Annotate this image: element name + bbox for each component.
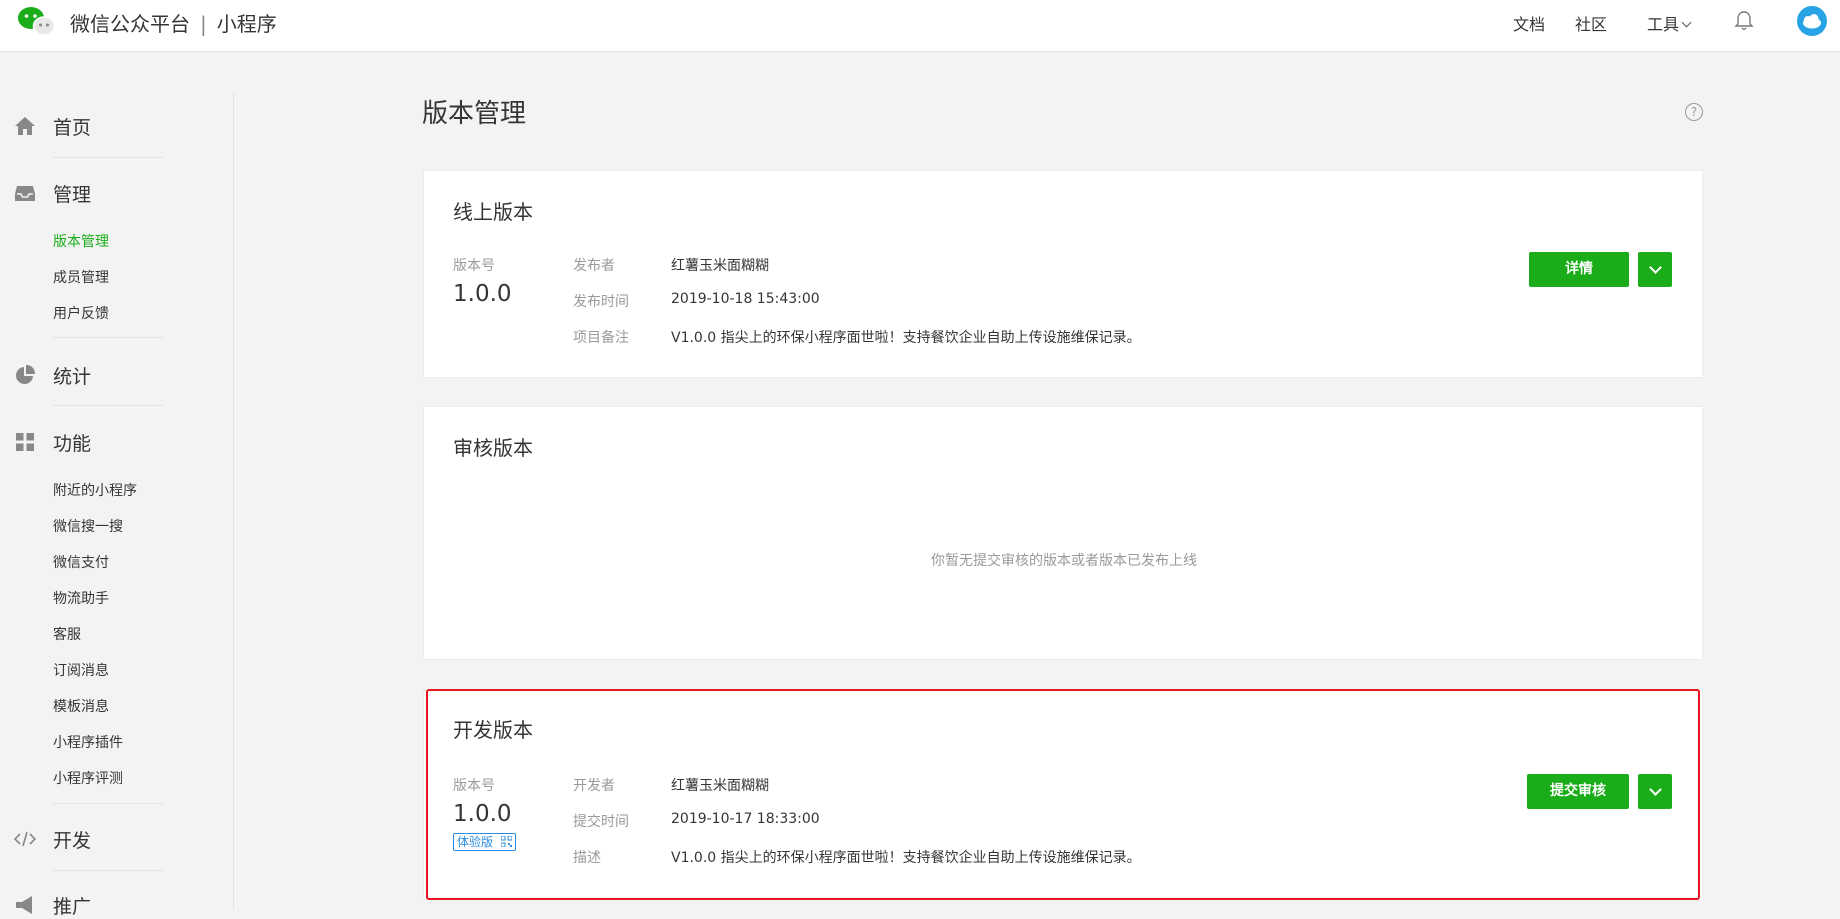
project-note-label: 项目备注: [573, 330, 629, 346]
inbox-icon: [15, 186, 35, 201]
publish-time-value: 2019-10-18 15:43:00: [671, 291, 820, 307]
home-icon: [15, 117, 35, 135]
megaphone-icon: [16, 896, 32, 914]
review-empty-message: 你暂无提交审核的版本或者版本已发布上线: [931, 553, 1197, 569]
nav-community-link[interactable]: 社区: [1575, 11, 1607, 35]
sidebar-item-customer-service[interactable]: 客服: [53, 624, 81, 644]
chevron-down-icon: [1681, 17, 1692, 28]
sidebar-divider: [233, 92, 234, 910]
review-version-card: 审核版本 你暂无提交审核的版本或者版本已发布上线: [423, 406, 1703, 660]
nav-docs-link[interactable]: 文档: [1513, 11, 1545, 35]
review-version-title: 审核版本: [453, 436, 533, 460]
sidebar-divider: [53, 870, 163, 871]
sidebar-item-label: 功能: [53, 433, 92, 455]
page-title: 版本管理: [422, 99, 527, 129]
wechat-logo-icon[interactable]: [16, 4, 56, 38]
help-icon[interactable]: ?: [1685, 103, 1703, 121]
nav-tools-label: 工具: [1647, 15, 1680, 34]
brand-name: 微信公众平台: [70, 12, 190, 36]
dev-version-highlight-box: [426, 689, 1700, 900]
sidebar-item-nearby-miniprogram[interactable]: 附近的小程序: [53, 480, 137, 500]
sidebar-divider: [53, 405, 163, 406]
sidebar-divider: [53, 337, 163, 338]
sidebar-item-plugins[interactable]: 小程序插件: [53, 732, 123, 752]
sidebar-divider: [53, 157, 163, 158]
online-more-dropdown-button[interactable]: [1638, 252, 1672, 287]
avatar-icon[interactable]: [1797, 6, 1827, 36]
code-icon: [14, 831, 36, 847]
nav-tools-menu[interactable]: 工具: [1647, 11, 1692, 35]
sidebar-item-subscribe-message[interactable]: 订阅消息: [53, 660, 109, 680]
brand-separator: |: [200, 12, 207, 36]
product-name: 小程序: [216, 12, 277, 36]
sidebar-item-version-management[interactable]: 版本管理: [53, 231, 109, 251]
details-button[interactable]: 详情: [1529, 252, 1629, 287]
sidebar-item-label: 推广: [53, 896, 92, 918]
sidebar-item-label: 开发: [53, 830, 92, 852]
publisher-value: 红薯玉米面糊糊: [671, 258, 769, 274]
sidebar-item-wechat-search[interactable]: 微信搜一搜: [53, 516, 123, 536]
online-version-card: 线上版本 版本号 1.0.0 发布者 红薯玉米面糊糊 发布时间 2019-10-…: [423, 170, 1703, 378]
sidebar-item-label: 管理: [53, 184, 92, 206]
version-label: 版本号: [453, 258, 495, 274]
sidebar-item-label: 首页: [53, 117, 92, 139]
sidebar-divider: [53, 803, 163, 804]
sidebar-item-wechat-pay[interactable]: 微信支付: [53, 552, 109, 572]
pie-chart-icon: [16, 364, 36, 384]
sidebar-item-logistics[interactable]: 物流助手: [53, 588, 109, 608]
online-version-title: 线上版本: [453, 200, 533, 224]
sidebar-item-user-feedback[interactable]: 用户反馈: [53, 303, 109, 323]
project-note-value: V1.0.0 指尖上的环保小程序面世啦！支持餐饮企业自助上传设施维保记录。: [671, 330, 1141, 346]
publisher-label: 发布者: [573, 258, 615, 274]
brand-title[interactable]: 微信公众平台 | 小程序: [70, 8, 277, 37]
avatar-cloud-icon: [1798, 7, 1826, 35]
version-number: 1.0.0: [453, 281, 512, 307]
bell-icon[interactable]: [1734, 10, 1754, 32]
sidebar-item-member-management[interactable]: 成员管理: [53, 267, 109, 287]
sidebar-item-template-message[interactable]: 模板消息: [53, 696, 109, 716]
grid-icon: [16, 433, 34, 451]
sidebar-item-evaluation[interactable]: 小程序评测: [53, 768, 123, 788]
top-bar: 微信公众平台 | 小程序 文档 社区 工具: [0, 0, 1840, 52]
sidebar-item-label: 统计: [53, 366, 92, 388]
publish-time-label: 发布时间: [573, 294, 629, 310]
chevron-down-icon: [1649, 261, 1662, 274]
